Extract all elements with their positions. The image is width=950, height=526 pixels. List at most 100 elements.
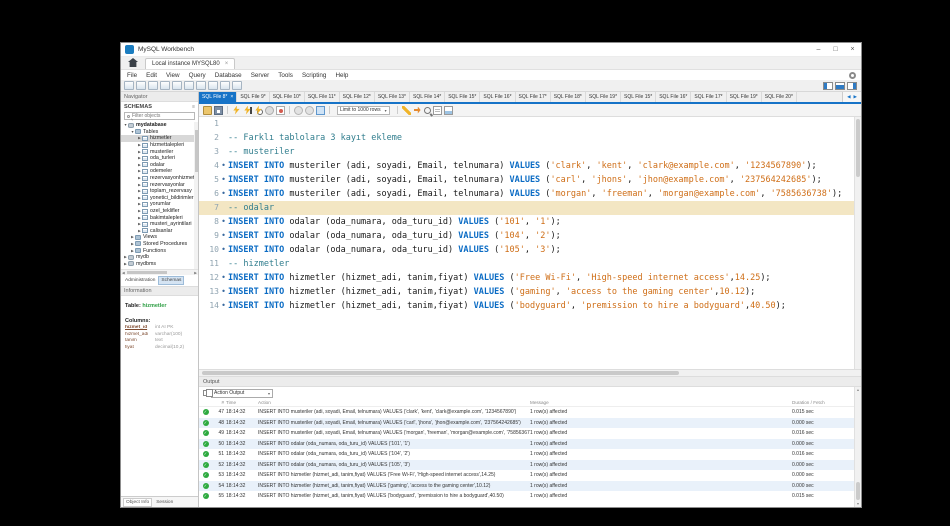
minimize-button[interactable]: –	[810, 43, 827, 56]
output-vertical-scrollbar[interactable]: ▲ ▼	[854, 387, 861, 507]
editor-tab-15[interactable]: SQL File 19*	[727, 92, 762, 102]
find-next-icon[interactable]	[413, 106, 422, 115]
tree-item-hizmettalepleri[interactable]: ▶hizmettalepleri	[121, 142, 198, 149]
toggle-left-sidebar-icon[interactable]	[823, 82, 833, 90]
rollback-icon[interactable]	[305, 106, 314, 115]
tree-item-musteriler[interactable]: ▶musteriler	[121, 148, 198, 155]
code-line-12[interactable]: 12•INSERT INTO hizmetler (hizmet_adi, ta…	[199, 271, 861, 285]
close-connection-icon[interactable]: ×	[225, 61, 229, 67]
tree-item-views[interactable]: ▶Views	[121, 234, 198, 241]
beautify-icon[interactable]	[402, 106, 411, 115]
editor-horizontal-scrollbar[interactable]	[199, 369, 861, 377]
toggle-stop-on-error-icon[interactable]	[276, 106, 285, 115]
editor-tab-14[interactable]: SQL File 17*	[691, 92, 726, 102]
output-row-53[interactable]: ✓5318:14:32INSERT INTO hizmetler (hizmet…	[199, 470, 861, 481]
scroll-left-icon[interactable]: ◀	[122, 271, 125, 275]
search-table-data-icon[interactable]	[220, 81, 230, 90]
execute-current-icon[interactable]	[243, 106, 252, 115]
navigator-tab-administration[interactable]: Administration	[123, 277, 157, 284]
output-row-51[interactable]: ✓5118:14:32INSERT INTO odalar (oda_numar…	[199, 449, 861, 460]
tree-item-bakimtalepleri[interactable]: ▶bakimtalepleri	[121, 214, 198, 221]
inspector-icon[interactable]	[148, 81, 158, 90]
tree-horizontal-scrollbar[interactable]: ◀ ▶	[121, 269, 198, 275]
invisible-chars-icon[interactable]	[433, 106, 442, 115]
scroll-up-icon[interactable]: ▲	[855, 388, 861, 392]
filter-input[interactable]	[132, 113, 192, 119]
tree-item-tables[interactable]: ▼Tables	[121, 129, 198, 136]
menu-scripting[interactable]: Scripting	[302, 72, 327, 79]
tree-item-toplam_rezervasy[interactable]: ▶toplam_rezervasy	[121, 188, 198, 195]
code-line-2[interactable]: 2-- Farklı tablolara 3 kayıt ekleme	[199, 131, 861, 145]
code-line-5[interactable]: 5•INSERT INTO musteriler (adi, soyadi, E…	[199, 173, 861, 187]
gear-icon[interactable]	[849, 72, 856, 79]
editor-tab-7[interactable]: SQL File 15*	[445, 92, 480, 102]
menu-view[interactable]: View	[166, 72, 180, 79]
home-icon[interactable]	[128, 58, 138, 67]
code-line-1[interactable]: 1	[199, 117, 861, 131]
code-line-9[interactable]: 9•INSERT INTO odalar (oda_numara, oda_tu…	[199, 229, 861, 243]
code-line-13[interactable]: 13•INSERT INTO hizmetler (hizmet_adi, ta…	[199, 285, 861, 299]
code-line-6[interactable]: 6•INSERT INTO musteriler (adi, soyadi, E…	[199, 187, 861, 201]
editor-tab-6[interactable]: SQL File 14*	[410, 92, 445, 102]
scroll-right-icon[interactable]: ▶	[194, 271, 197, 275]
output-row-52[interactable]: ✓5218:14:32INSERT INTO odalar (oda_numar…	[199, 460, 861, 471]
tree-item-odemeler[interactable]: ▶odemeler	[121, 168, 198, 175]
sidebar-tab-session[interactable]: Session	[154, 499, 175, 506]
editor-tab-0[interactable]: SQL File 8*×	[199, 92, 237, 102]
editor-tab-3[interactable]: SQL File 11*	[305, 92, 340, 102]
output-row-54[interactable]: ✓5418:14:32INSERT INTO hizmetler (hizmet…	[199, 481, 861, 492]
tree-item-mydbms[interactable]: ▶mydbms	[121, 260, 198, 267]
editor-tab-8[interactable]: SQL File 16*	[480, 92, 515, 102]
create-view-icon[interactable]	[184, 81, 194, 90]
code-line-10[interactable]: 10•INSERT INTO odalar (oda_numara, oda_t…	[199, 243, 861, 257]
row-limit-dropdown[interactable]: Limit to 1000 rows▾	[337, 106, 390, 115]
sql-code-area[interactable]: 12-- Farklı tablolara 3 kayıt ekleme3-- …	[199, 117, 861, 369]
tree-item-yorumlar[interactable]: ▶yorumlar	[121, 201, 198, 208]
find-icon[interactable]	[424, 107, 431, 114]
tree-item-calisanlar[interactable]: ▶calisanlar	[121, 228, 198, 235]
tree-item-musteri_ayrintilari[interactable]: ▶musteri_ayrintilari	[121, 221, 198, 228]
autocommit-icon[interactable]	[316, 106, 325, 115]
editor-tab-1[interactable]: SQL File 9*	[237, 92, 269, 102]
menu-help[interactable]: Help	[335, 72, 348, 79]
stop-icon[interactable]	[265, 106, 274, 115]
schemas-options-icon[interactable]: ≡	[192, 104, 195, 110]
output-row-47[interactable]: ✓4718:14:32INSERT INTO musteriler (adi, …	[199, 407, 861, 418]
close-tab-icon[interactable]: ×	[230, 94, 233, 100]
tree-item-ozel_teklifler[interactable]: ▶ozel_teklifler	[121, 208, 198, 215]
create-procedure-icon[interactable]	[196, 81, 206, 90]
tree-item-hizmetler[interactable]: ▶hizmetler	[121, 135, 198, 142]
commit-icon[interactable]	[294, 106, 303, 115]
create-function-icon[interactable]	[208, 81, 218, 90]
maximize-button[interactable]: □	[827, 43, 844, 56]
menu-server[interactable]: Server	[251, 72, 270, 79]
tree-item-mydatabase[interactable]: ▼mydatabase	[121, 122, 198, 129]
copy-output-icon[interactable]	[203, 390, 208, 396]
editor-tab-2[interactable]: SQL File 10*	[270, 92, 305, 102]
editor-tab-5[interactable]: SQL File 13*	[375, 92, 410, 102]
editor-tab-12[interactable]: SQL File 15*	[621, 92, 656, 102]
code-line-11[interactable]: 11-- hizmetler	[199, 257, 861, 271]
code-line-14[interactable]: 14•INSERT INTO hizmetler (hizmet_adi, ta…	[199, 299, 861, 313]
output-view-selector[interactable]: Action Output ▾	[211, 389, 273, 398]
create-table-icon[interactable]	[172, 81, 182, 90]
tree-item-rezervasyonlar[interactable]: ▶rezervasyonlar	[121, 181, 198, 188]
new-sql-tab-icon[interactable]	[124, 81, 134, 90]
navigator-tab-schemas[interactable]: Schemas	[158, 276, 184, 285]
reconnect-dbms-icon[interactable]	[232, 81, 242, 90]
toggle-output-area-icon[interactable]	[835, 82, 845, 90]
toggle-right-sidebar-icon[interactable]	[847, 82, 857, 90]
explain-icon[interactable]	[254, 106, 263, 115]
tab-prev-icon[interactable]: ◀	[847, 94, 850, 100]
execute-icon[interactable]	[232, 106, 241, 115]
open-script-icon[interactable]	[203, 106, 212, 115]
close-button[interactable]: ×	[844, 43, 861, 56]
output-row-55[interactable]: ✓5518:14:32INSERT INTO hizmetler (hizmet…	[199, 491, 861, 502]
editor-tab-4[interactable]: SQL File 12*	[340, 92, 375, 102]
tree-item-odalar[interactable]: ▶odalar	[121, 162, 198, 169]
sidebar-tab-object-info[interactable]: Object Info	[123, 498, 152, 507]
create-schema-icon[interactable]	[160, 81, 170, 90]
scroll-down-icon[interactable]: ▼	[855, 502, 861, 506]
editor-tab-13[interactable]: SQL File 16*	[656, 92, 691, 102]
open-sql-script-icon[interactable]	[136, 81, 146, 90]
